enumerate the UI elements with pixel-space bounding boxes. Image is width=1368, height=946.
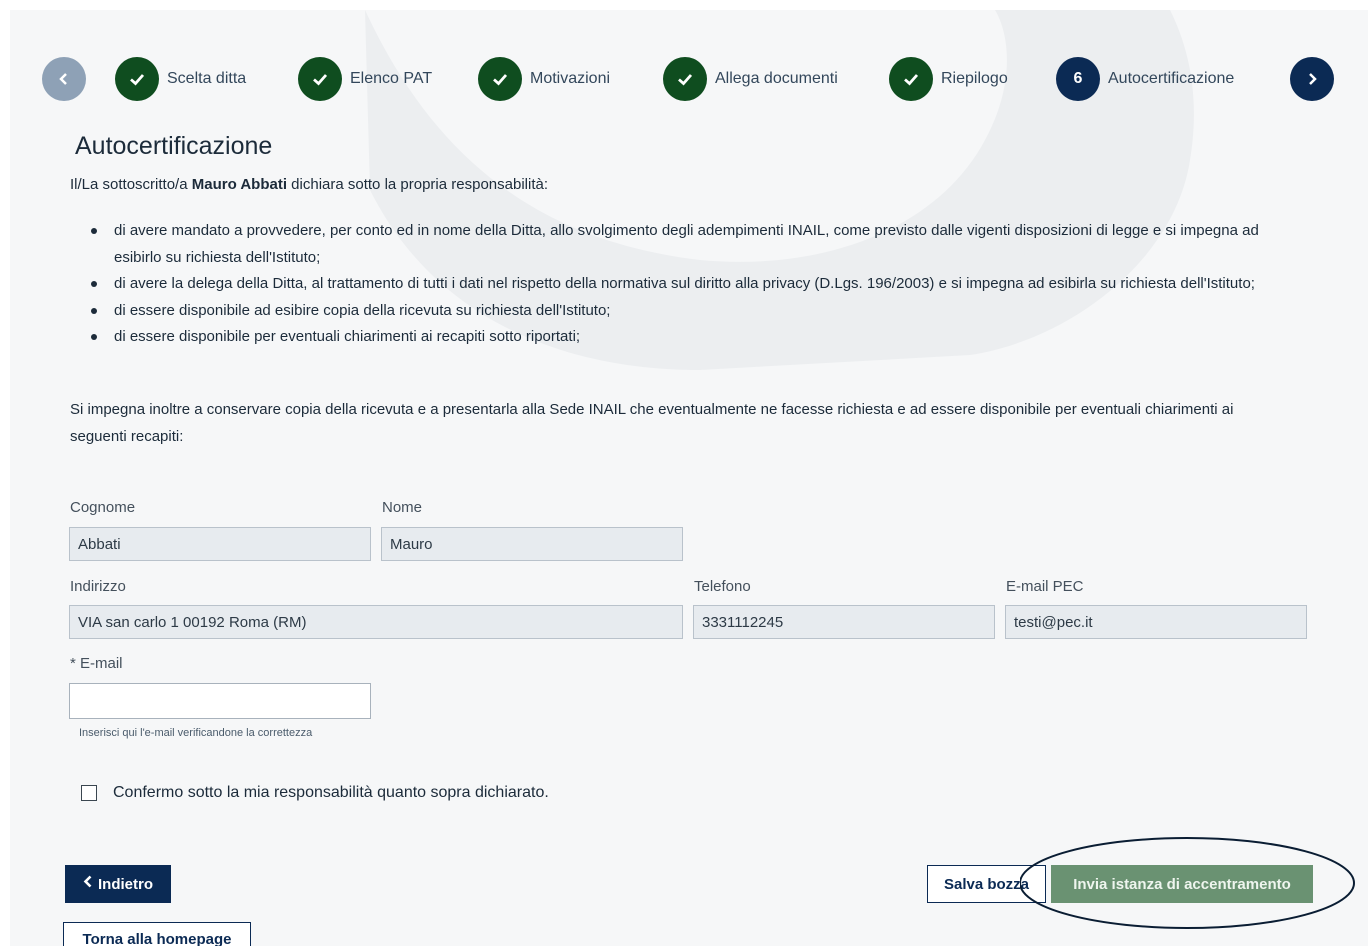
pec-label: E-mail PEC — [1006, 578, 1084, 595]
confirm-row: Confermo sotto la mia responsabilità qua… — [81, 784, 549, 802]
nome-label: Nome — [382, 499, 423, 516]
email-hint: Inserisci qui l'e-mail verificandone la … — [79, 727, 313, 739]
list-item: di avere mandato a provvedere, per conto… — [70, 218, 1270, 271]
step-number: 6 — [1056, 57, 1100, 101]
check-icon — [889, 57, 933, 101]
list-item: di essere disponibile ad esibire copia d… — [70, 298, 1270, 325]
commitment-text: Si impegna inoltre a conservare copia de… — [70, 401, 1234, 445]
declaration-intro: Il/La sottoscritto/a Mauro Abbati dichia… — [70, 176, 548, 193]
step-label: Riepilogo — [941, 70, 1008, 87]
indirizzo-label: Indirizzo — [70, 578, 126, 595]
page: Scelta ditta Elenco PAT Motivazioni Alle… — [10, 10, 1368, 946]
email-label: * E-mail — [70, 655, 123, 672]
step-label: Motivazioni — [530, 70, 611, 87]
check-icon — [115, 57, 159, 101]
telefono-label: Telefono — [694, 578, 751, 595]
step-label: Scelta ditta — [167, 70, 247, 87]
check-icon — [663, 57, 707, 101]
list-item: di avere la delega della Ditta, al tratt… — [70, 271, 1270, 298]
cognome-label: Cognome — [70, 499, 136, 516]
step-motivazioni[interactable]: Motivazioni — [478, 57, 610, 101]
back-label: Indietro — [98, 875, 153, 893]
step-elenco-pat[interactable]: Elenco PAT — [298, 57, 432, 101]
telefono-field[interactable]: 3331112245 — [693, 605, 995, 639]
indirizzo-field[interactable]: VIA san carlo 1 00192 Roma (RM) — [69, 605, 683, 639]
submit-button[interactable]: Invia istanza di accentramento — [1051, 865, 1313, 903]
intro-prefix: Il/La sottoscritto/a — [70, 176, 192, 193]
pec-field[interactable]: testi@pec.it — [1005, 605, 1307, 639]
check-icon — [298, 57, 342, 101]
step-label: Allega documenti — [715, 70, 838, 87]
chevron-right-icon[interactable] — [1290, 57, 1334, 101]
save-draft-button[interactable]: Salva bozza — [927, 865, 1046, 903]
chevron-left-icon[interactable] — [42, 57, 86, 101]
intro-suffix: dichiara sotto la propria responsabilità… — [287, 176, 548, 193]
step-label: Elenco PAT — [350, 70, 433, 87]
step-riepilogo[interactable]: Riepilogo — [889, 57, 1008, 101]
step-allega-documenti[interactable]: Allega documenti — [663, 57, 838, 101]
email-input[interactable] — [69, 683, 371, 719]
step-scelta-ditta[interactable]: Scelta ditta — [115, 57, 246, 101]
home-button[interactable]: Torna alla homepage — [63, 922, 251, 946]
page-title: Autocertificazione — [75, 132, 273, 160]
check-icon — [478, 57, 522, 101]
chevron-left-icon — [83, 875, 93, 893]
list-item: di essere disponibile per eventuali chia… — [70, 324, 1270, 351]
step-autocertificazione[interactable]: 6 Autocertificazione — [1056, 57, 1234, 101]
confirm-label[interactable]: Confermo sotto la mia responsabilità qua… — [113, 784, 549, 802]
cognome-field[interactable]: Abbati — [69, 527, 371, 561]
declarant-name: Mauro Abbati — [191, 176, 288, 193]
back-button[interactable]: Indietro — [65, 865, 171, 903]
confirm-checkbox[interactable] — [81, 785, 97, 801]
declaration-list: di avere mandato a provvedere, per conto… — [70, 218, 1270, 351]
stepper: Scelta ditta Elenco PAT Motivazioni Alle… — [10, 10, 1368, 150]
step-label: Autocertificazione — [1108, 70, 1235, 87]
nome-field[interactable]: Mauro — [381, 527, 683, 561]
